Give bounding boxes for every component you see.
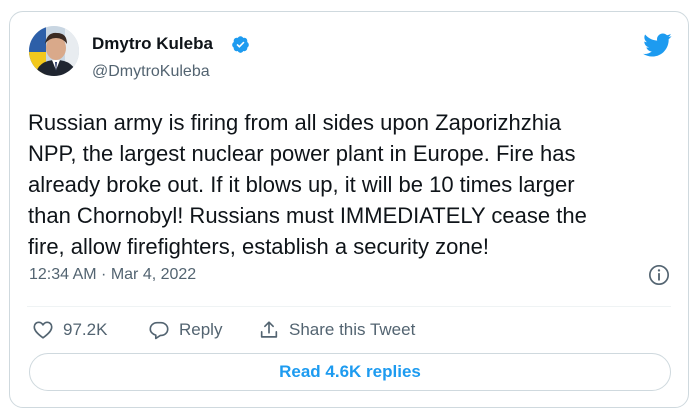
share-button[interactable]: Share this Tweet — [258, 317, 415, 343]
author-handle[interactable]: @DmytroKuleba — [92, 63, 210, 81]
read-replies-button[interactable]: Read 4.6K replies — [29, 353, 671, 391]
author-name[interactable]: Dmytro Kuleba — [92, 34, 213, 54]
tweet-timestamp[interactable]: 12:34 AM · Mar 4, 2022 — [29, 266, 196, 284]
avatar[interactable] — [29, 26, 79, 76]
info-icon[interactable] — [648, 264, 670, 286]
verified-badge-icon — [232, 36, 249, 53]
heart-icon — [33, 321, 53, 339]
twitter-bird-icon[interactable] — [642, 32, 672, 58]
tweet-text: Russian army is firing from all sides up… — [28, 110, 587, 259]
like-button[interactable]: 97.2K — [32, 317, 107, 343]
divider — [27, 306, 671, 307]
reply-bubble-icon — [149, 321, 169, 340]
share-label: Share this Tweet — [289, 320, 416, 339]
reply-label: Reply — [179, 320, 223, 339]
tweet-card: Dmytro Kuleba @DmytroKuleba Russian army… — [9, 11, 689, 408]
profile-photo-icon — [29, 26, 79, 76]
share-upload-icon — [260, 321, 278, 338]
reply-button[interactable]: Reply — [148, 317, 222, 343]
like-count: 97.2K — [63, 320, 108, 339]
